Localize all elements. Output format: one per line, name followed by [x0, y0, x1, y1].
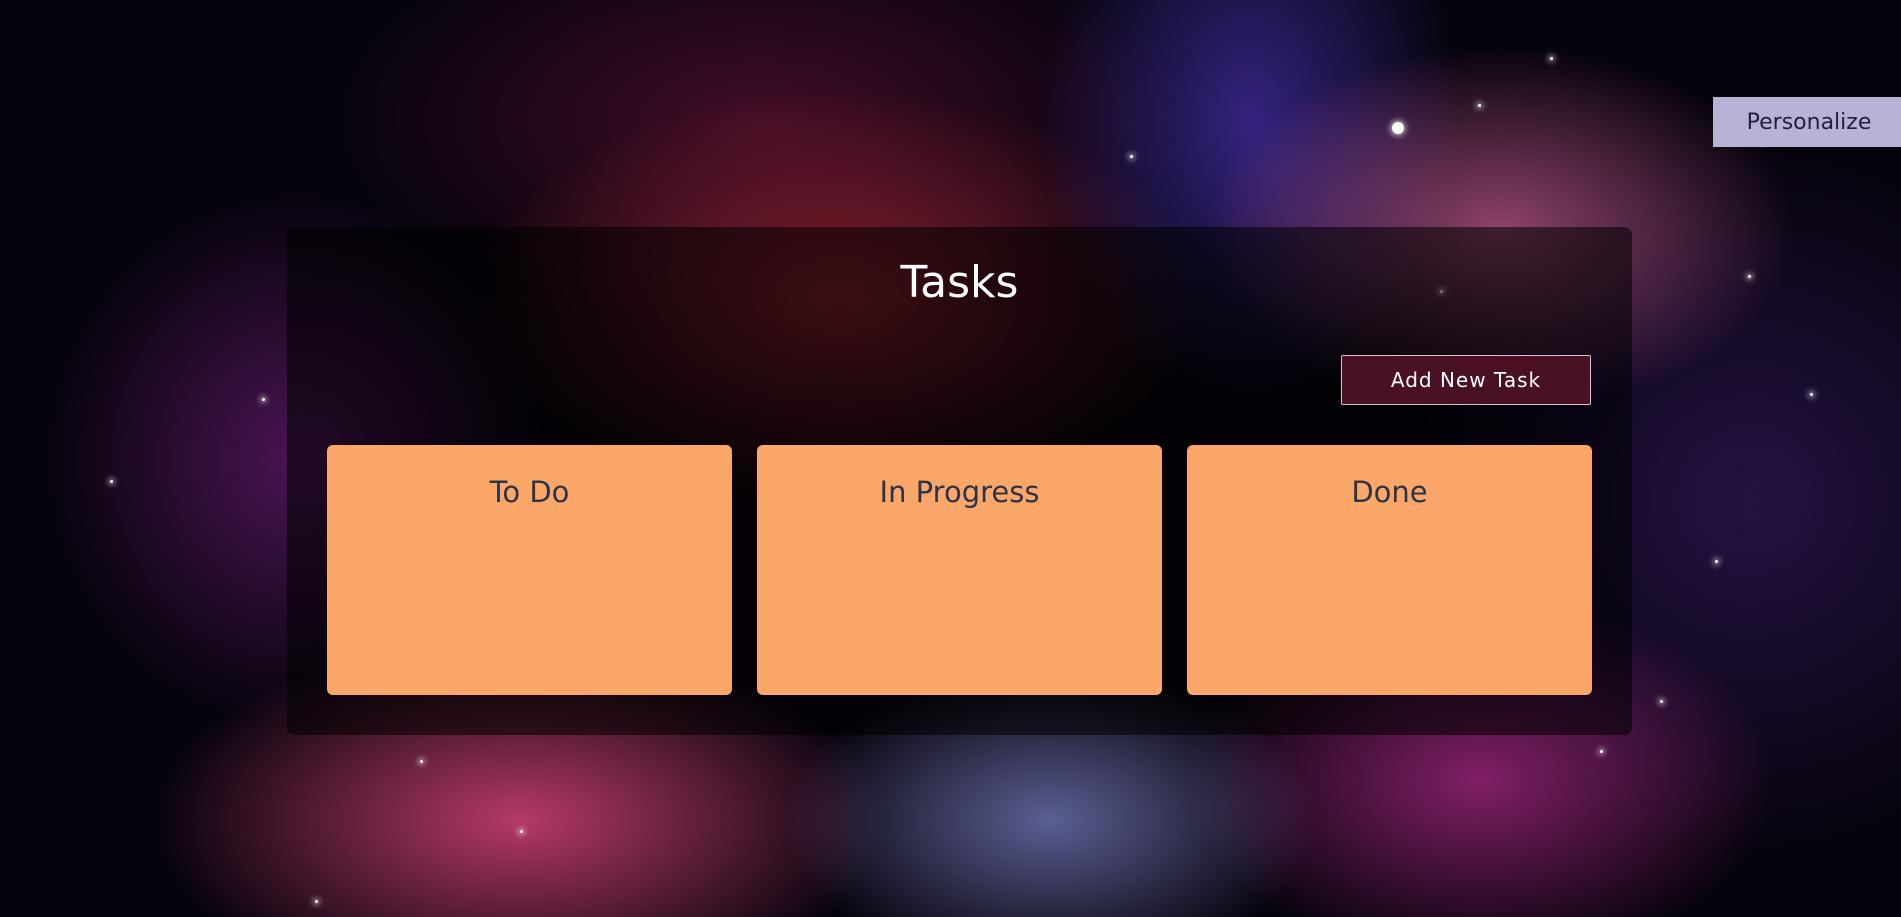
- star: [1130, 155, 1133, 158]
- star: [1810, 393, 1813, 396]
- star: [1478, 104, 1481, 107]
- star: [1392, 122, 1404, 134]
- add-new-task-button[interactable]: Add New Task: [1341, 355, 1591, 405]
- column-title: To Do: [489, 475, 570, 509]
- page-title: Tasks: [900, 257, 1019, 308]
- personalize-button[interactable]: Personalize: [1713, 97, 1901, 147]
- star: [1600, 750, 1603, 753]
- star: [1550, 57, 1553, 60]
- star: [1748, 275, 1751, 278]
- column-done[interactable]: Done: [1187, 445, 1592, 695]
- star: [315, 900, 318, 903]
- task-columns: To Do In Progress Done: [327, 445, 1592, 695]
- star: [1660, 700, 1663, 703]
- column-title: Done: [1351, 475, 1428, 509]
- star: [110, 480, 113, 483]
- column-in-progress[interactable]: In Progress: [757, 445, 1162, 695]
- star: [262, 398, 265, 401]
- task-board: Tasks Add New Task To Do In Progress Don…: [287, 227, 1632, 735]
- column-title: In Progress: [879, 475, 1040, 509]
- star: [420, 760, 423, 763]
- star: [520, 830, 523, 833]
- star: [1715, 560, 1718, 563]
- column-todo[interactable]: To Do: [327, 445, 732, 695]
